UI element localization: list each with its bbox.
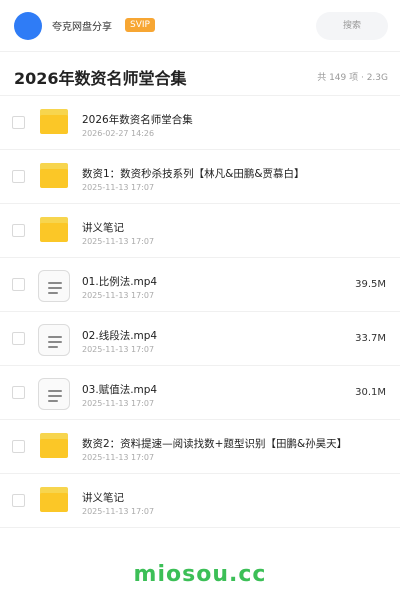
video-file-icon [38,324,70,356]
folder-title-row: 2026年数资名师堂合集 共 149 项 · 2.3G [0,52,400,96]
video-file-icon [38,270,70,302]
list-item[interactable]: 讲义笔记 2025-11-13 17:07 [0,474,400,528]
file-list: 2026年数资名师堂合集 2026-02-27 14:26 数资1：数资秒杀技系… [0,96,400,528]
avatar[interactable] [14,12,42,40]
item-date: 2025-11-13 17:07 [82,183,155,192]
list-item[interactable]: 数资2：资料提速—阅读找数+题型识别【田鹏&孙昊天】 2025-11-13 17… [0,420,400,474]
item-date: 2026-02-27 14:26 [82,129,155,138]
top-bar: 夸克网盘分享 SVIP 搜索 [0,0,400,52]
item-date: 2025-11-13 17:07 [82,507,155,516]
item-size: 39.5M [355,279,386,290]
search-input[interactable]: 搜索 [316,12,388,40]
page-title: 2026年数资名师堂合集 [14,69,187,88]
select-checkbox[interactable] [12,332,25,345]
select-checkbox[interactable] [12,278,25,291]
folder-icon [40,109,68,134]
folder-icon [40,217,68,242]
item-name: 讲义笔记 [82,492,124,504]
video-file-icon [38,378,70,410]
item-size: 30.1M [355,387,386,398]
item-name: 数资1：数资秒杀技系列【林凡&田鹏&贾慕白】 [82,168,305,180]
list-item[interactable]: 数资1：数资秒杀技系列【林凡&田鹏&贾慕白】 2025-11-13 17:07 [0,150,400,204]
item-count-summary: 共 149 项 · 2.3G [317,73,388,83]
item-name: 02.线段法.mp4 [82,330,158,342]
list-item[interactable]: 02.线段法.mp4 2025-11-13 17:07 33.7M [0,312,400,366]
list-item[interactable]: 2026年数资名师堂合集 2026-02-27 14:26 [0,96,400,150]
list-item[interactable]: 讲义笔记 2025-11-13 17:07 [0,204,400,258]
folder-icon [40,163,68,188]
select-checkbox[interactable] [12,386,25,399]
item-name: 03.赋值法.mp4 [82,384,158,396]
list-item[interactable]: 03.赋值法.mp4 2025-11-13 17:07 30.1M [0,366,400,420]
folder-icon [40,433,68,458]
select-checkbox[interactable] [12,440,25,453]
item-name: 讲义笔记 [82,222,124,234]
share-owner-name: 夸克网盘分享 [52,22,112,33]
item-name: 数资2：资料提速—阅读找数+题型识别【田鹏&孙昊天】 [82,438,348,450]
item-name: 2026年数资名师堂合集 [82,114,193,126]
svip-badge: SVIP [125,18,155,32]
item-name: 01.比例法.mp4 [82,276,158,288]
item-date: 2025-11-13 17:07 [82,291,155,300]
item-date: 2025-11-13 17:07 [82,453,155,462]
folder-icon [40,487,68,512]
item-date: 2025-11-13 17:07 [82,399,155,408]
list-item[interactable]: 01.比例法.mp4 2025-11-13 17:07 39.5M [0,258,400,312]
select-checkbox[interactable] [12,170,25,183]
item-date: 2025-11-13 17:07 [82,345,155,354]
select-checkbox[interactable] [12,494,25,507]
select-checkbox[interactable] [12,224,25,237]
select-checkbox[interactable] [12,116,25,129]
item-date: 2025-11-13 17:07 [82,237,155,246]
watermark-text: miosou.cc [133,562,267,587]
item-size: 33.7M [355,333,386,344]
